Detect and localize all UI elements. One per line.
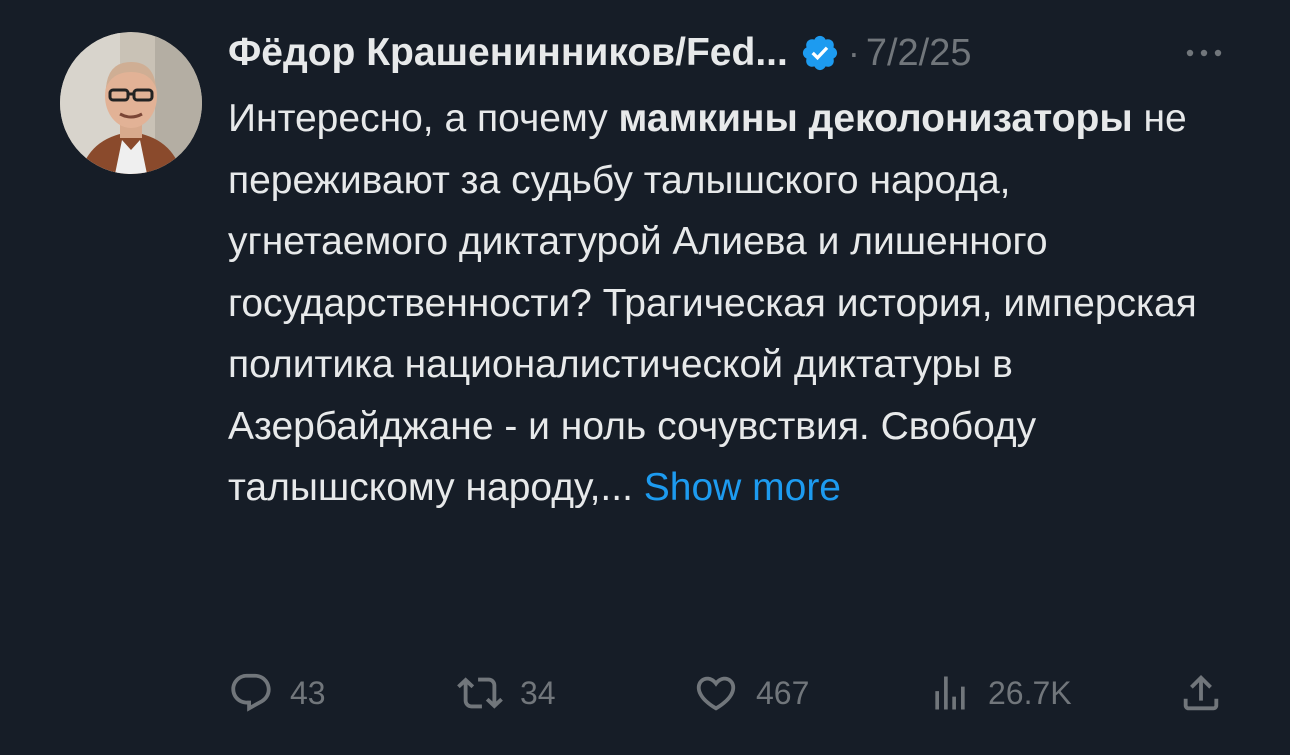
share-button[interactable]: [1178, 668, 1224, 718]
tweet-actions: 43 34 467 26.7K: [228, 668, 1228, 718]
author-avatar[interactable]: [60, 32, 202, 174]
show-more-link[interactable]: Show more: [644, 466, 841, 509]
reply-icon: [231, 673, 271, 712]
like-button[interactable]: 467: [692, 668, 809, 718]
like-count: 467: [756, 674, 810, 711]
share-icon: [1183, 674, 1219, 711]
retweet-icon: [457, 677, 503, 709]
tweet-text-part2: не переживают за судьбу талышского народ…: [228, 97, 1197, 509]
verified-badge-icon[interactable]: [800, 33, 840, 73]
tweet-text-part1: Интересно, а почему: [228, 97, 619, 140]
views-icon: [935, 676, 965, 710]
retweet-count: 34: [520, 674, 556, 711]
tweet-content: Фёдор Крашенинников/Fed... · 7/2/25 Инте…: [228, 26, 1238, 519]
header-separator: ·: [847, 32, 860, 73]
like-icon: [696, 676, 736, 711]
author-name[interactable]: Фёдор Крашенинников/Fed...: [228, 31, 788, 75]
tweet-date[interactable]: 7/2/25: [866, 32, 972, 75]
tweet-text-bold: мамкины деколонизаторы: [618, 97, 1133, 140]
views-count: 26.7K: [988, 674, 1072, 711]
tweet-header: Фёдор Крашенинников/Fed... · 7/2/25: [228, 26, 1238, 80]
retweet-button[interactable]: 34: [456, 668, 556, 718]
tweet-text: Интересно, а почему мамкины деколонизато…: [228, 88, 1238, 519]
views-button[interactable]: 26.7K: [928, 668, 1072, 718]
more-options-icon[interactable]: [1180, 38, 1228, 68]
reply-count: 43: [290, 674, 326, 711]
avatar-image: [60, 32, 202, 174]
reply-button[interactable]: 43: [228, 668, 326, 718]
